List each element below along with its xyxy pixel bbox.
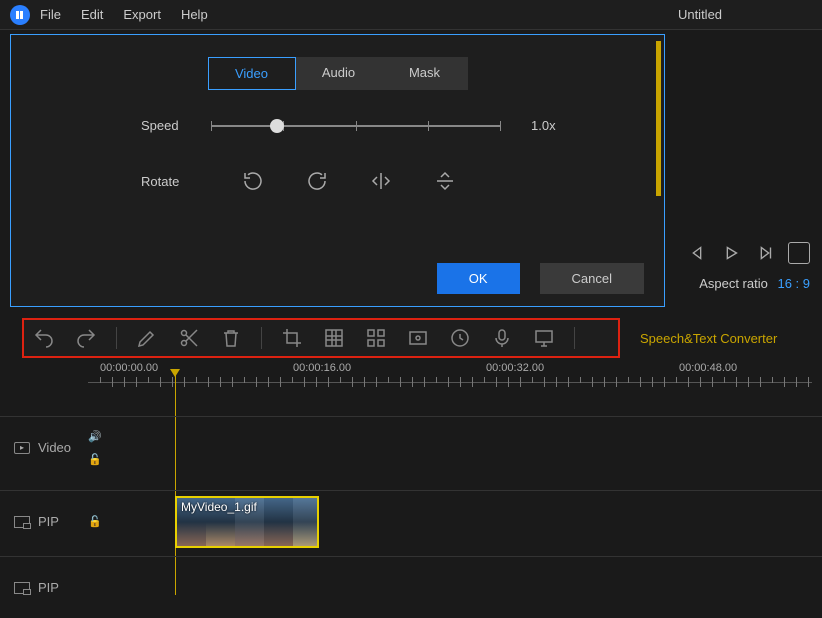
clip-filename: MyVideo_1.gif xyxy=(181,500,257,514)
tab-video[interactable]: Video xyxy=(208,57,296,90)
stop-icon[interactable] xyxy=(788,242,810,264)
dialog-tabs: Video Audio Mask xyxy=(208,57,468,90)
dialog-scrollbar[interactable] xyxy=(656,41,661,196)
undo-icon[interactable] xyxy=(32,326,56,350)
flip-horizontal-icon[interactable] xyxy=(369,169,393,193)
mosaic-icon[interactable] xyxy=(322,326,346,350)
track-label-video: Video xyxy=(38,440,71,455)
time-label: 00:00:48.00 xyxy=(679,362,737,374)
track-label-pip: PIP xyxy=(38,514,59,529)
tab-mask[interactable]: Mask xyxy=(382,57,468,90)
preview-controls xyxy=(686,242,810,264)
menu-file[interactable]: File xyxy=(40,7,61,22)
rotate-cw-icon[interactable] xyxy=(305,169,329,193)
speed-label: Speed xyxy=(141,118,211,133)
separator xyxy=(574,327,575,349)
pip-track-icon xyxy=(14,516,30,528)
rotate-ccw-icon[interactable] xyxy=(241,169,265,193)
video-settings-dialog: Video Audio Mask Speed 1.0x Rotate OK Ca… xyxy=(10,34,665,307)
separator xyxy=(116,327,117,349)
crop-icon[interactable] xyxy=(280,326,304,350)
menubar: File Edit Export Help Untitled xyxy=(0,0,822,30)
speed-slider[interactable] xyxy=(211,125,501,127)
time-label: 00:00:16.00 xyxy=(293,362,351,374)
lock-icon[interactable]: 🔓 xyxy=(88,515,118,528)
track-pip-2[interactable]: PIP xyxy=(0,556,822,618)
speed-slider-thumb[interactable] xyxy=(270,119,284,133)
grid-icon[interactable] xyxy=(364,326,388,350)
timeline-toolbar xyxy=(22,318,620,358)
freeze-frame-icon[interactable] xyxy=(406,326,430,350)
lock-icon[interactable]: 🔓 xyxy=(88,453,118,466)
document-title: Untitled xyxy=(600,7,800,22)
play-icon[interactable] xyxy=(720,242,742,264)
tab-audio[interactable]: Audio xyxy=(296,57,382,90)
split-scissors-icon[interactable] xyxy=(177,326,201,350)
pip-track-icon xyxy=(14,582,30,594)
prev-frame-icon[interactable] xyxy=(686,242,708,264)
aspect-ratio: Aspect ratio 16 : 9 xyxy=(699,276,810,291)
ok-button[interactable]: OK xyxy=(437,263,520,294)
speech-text-converter-link[interactable]: Speech&Text Converter xyxy=(640,331,777,346)
clip-myvideo[interactable]: MyVideo_1.gif xyxy=(175,496,319,548)
mute-icon[interactable]: 🔊 xyxy=(88,430,118,443)
track-video[interactable]: ▸ Video 🔊 🔓 xyxy=(0,416,822,478)
aspect-ratio-value[interactable]: 16 : 9 xyxy=(777,276,810,291)
track-pip-1[interactable]: PIP 🔓 xyxy=(0,490,822,552)
timeline-ruler[interactable]: 00:00:00.00 00:00:16.00 00:00:32.00 00:0… xyxy=(88,362,822,392)
time-label: 00:00:32.00 xyxy=(486,362,544,374)
aspect-ratio-label: Aspect ratio xyxy=(699,276,768,291)
separator xyxy=(261,327,262,349)
track-label-pip: PIP xyxy=(38,580,59,595)
video-track-icon: ▸ xyxy=(14,442,30,454)
redo-icon[interactable] xyxy=(74,326,98,350)
app-logo-icon xyxy=(10,5,30,25)
time-label: 00:00:00.00 xyxy=(100,362,158,374)
duration-clock-icon[interactable] xyxy=(448,326,472,350)
rotate-label: Rotate xyxy=(141,174,211,189)
speed-value: 1.0x xyxy=(531,118,556,133)
flip-vertical-icon[interactable] xyxy=(433,169,457,193)
next-frame-icon[interactable] xyxy=(754,242,776,264)
edit-pencil-icon[interactable] xyxy=(135,326,159,350)
delete-trash-icon[interactable] xyxy=(219,326,243,350)
menu-edit[interactable]: Edit xyxy=(81,7,103,22)
menu-export[interactable]: Export xyxy=(123,7,161,22)
export-screen-icon[interactable] xyxy=(532,326,556,350)
menu-help[interactable]: Help xyxy=(181,7,208,22)
voiceover-mic-icon[interactable] xyxy=(490,326,514,350)
cancel-button[interactable]: Cancel xyxy=(540,263,644,294)
